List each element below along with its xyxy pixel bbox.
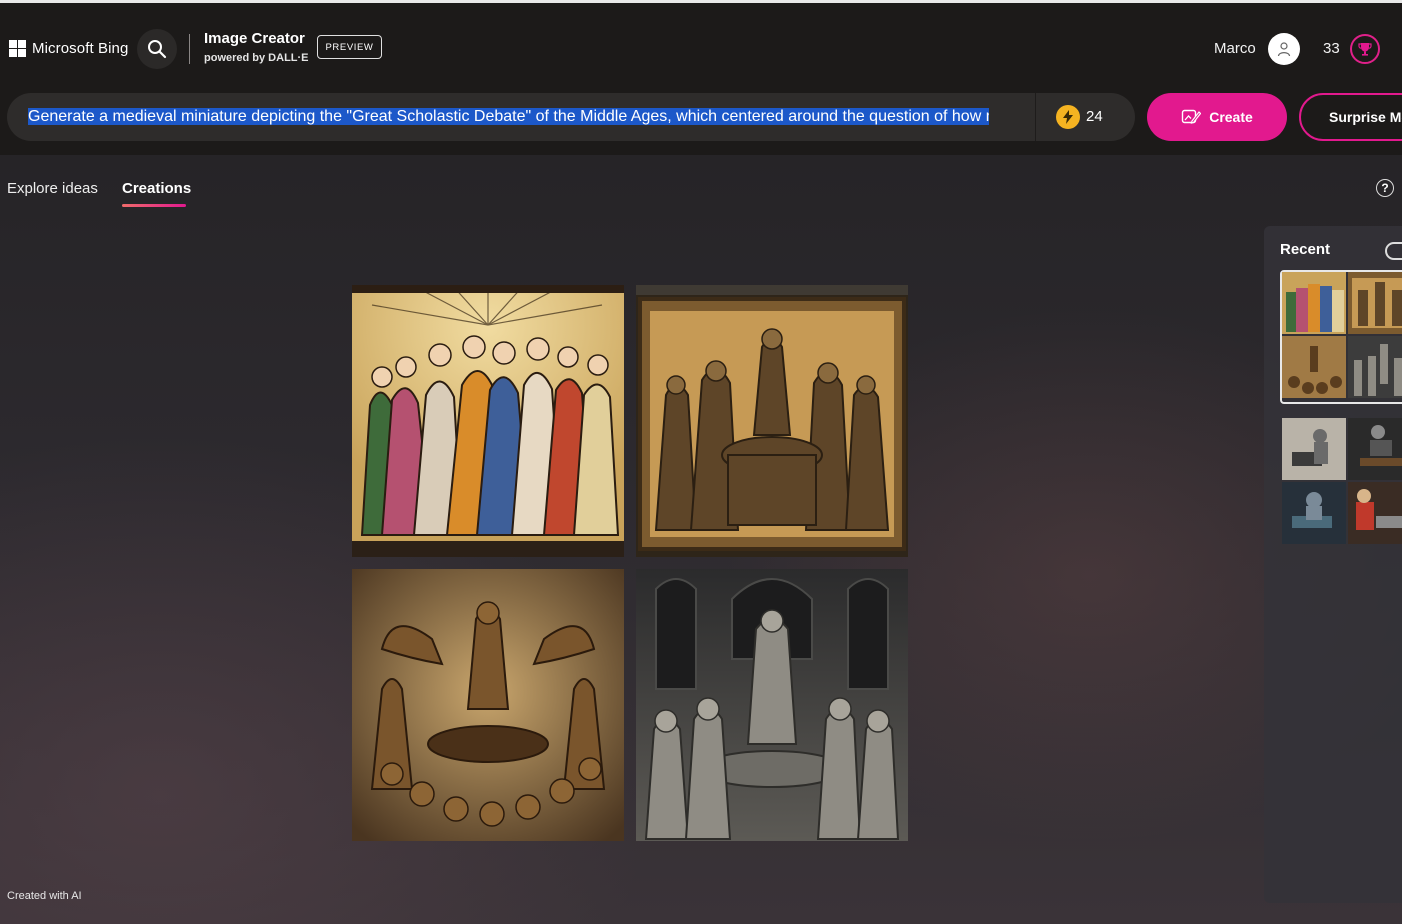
surprise-label: Surprise Me	[1329, 109, 1402, 125]
rewards-button[interactable]	[1350, 34, 1380, 64]
create-button[interactable]: Create	[1147, 93, 1287, 141]
generated-image-3[interactable]	[352, 569, 624, 841]
create-label: Create	[1209, 109, 1253, 125]
create-icon	[1182, 109, 1202, 124]
tab-creations[interactable]: Creations	[122, 180, 191, 197]
search-icon	[148, 40, 167, 59]
recent-thumb	[1348, 418, 1402, 480]
recent-panel: Recent	[1264, 226, 1402, 903]
recent-toggle[interactable]	[1385, 242, 1402, 260]
recent-title: Recent	[1280, 241, 1331, 258]
recent-group-selected[interactable]	[1280, 270, 1402, 404]
recent-thumb	[1348, 336, 1402, 398]
prompt-input[interactable]: Generate a medieval miniature depicting …	[7, 93, 1135, 141]
surprise-me-button[interactable]: Surprise Me	[1299, 93, 1402, 141]
recent-thumb	[1282, 336, 1346, 398]
generated-image-4[interactable]	[636, 569, 908, 841]
app-subtitle: powered by DALL·E	[204, 52, 309, 64]
boost-count: 24	[1086, 108, 1103, 125]
lightning-icon	[1063, 110, 1073, 124]
generated-image-1[interactable]	[352, 285, 624, 557]
help-icon[interactable]: ?	[1376, 179, 1394, 197]
user-icon	[1277, 42, 1291, 57]
brand-name: Microsoft Bing	[32, 40, 129, 57]
avatar[interactable]	[1268, 33, 1300, 65]
prompt-selected-text: Generate a medieval miniature depicting …	[28, 108, 989, 125]
preview-badge: PREVIEW	[317, 35, 382, 59]
recent-thumb	[1282, 272, 1346, 334]
boost-icon[interactable]	[1056, 105, 1080, 129]
recent-group[interactable]	[1280, 418, 1402, 548]
recent-thumb	[1282, 418, 1346, 480]
active-tab-indicator	[122, 204, 186, 207]
header-divider	[189, 34, 190, 64]
rewards-count[interactable]: 33	[1323, 40, 1340, 57]
search-button[interactable]	[137, 29, 177, 69]
bing-logo[interactable]: Microsoft Bing	[9, 40, 128, 57]
trophy-icon	[1358, 43, 1372, 56]
created-with-ai-label: Created with AI	[7, 890, 82, 902]
recent-thumb	[1348, 482, 1402, 544]
tab-explore-ideas[interactable]: Explore ideas	[7, 180, 98, 197]
recent-thumb	[1348, 272, 1402, 334]
user-name[interactable]: Marco	[1214, 40, 1256, 57]
prompt-divider	[1035, 93, 1036, 141]
prompt-text[interactable]: Generate a medieval miniature depicting …	[28, 107, 989, 127]
app-title[interactable]: Image Creator	[204, 30, 305, 47]
generated-image-2[interactable]	[636, 285, 908, 557]
recent-thumb	[1282, 482, 1346, 544]
windows-logo-icon	[9, 40, 26, 57]
